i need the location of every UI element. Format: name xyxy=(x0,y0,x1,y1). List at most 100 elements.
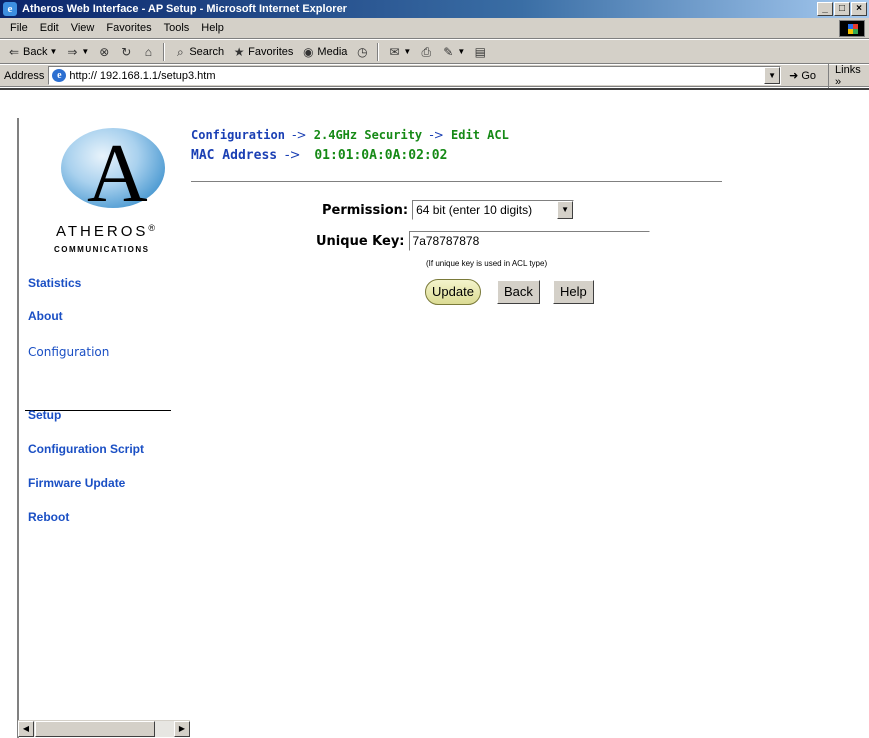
page-content: A ATHEROS® COMMUNICATIONS Statistics Abo… xyxy=(0,88,869,738)
window-title: Atheros Web Interface - AP Setup - Micro… xyxy=(22,3,347,15)
menu-help[interactable]: Help xyxy=(195,18,230,38)
search-button[interactable]: ⌕ Search xyxy=(170,42,227,62)
toolbar-separator xyxy=(377,42,380,61)
breadcrumb-configuration: Configuration xyxy=(191,128,285,142)
scroll-left-icon[interactable]: ◀ xyxy=(18,721,34,737)
breadcrumb-arrow: -> xyxy=(429,128,444,142)
ie-icon: e xyxy=(3,2,17,16)
window-controls: _ □ × xyxy=(816,2,867,16)
unique-key-row: Unique Key: 7a78787878 xyxy=(316,231,650,251)
edit-icon: ✎ xyxy=(443,44,454,59)
page-icon: e xyxy=(52,69,67,82)
logo-letter: A xyxy=(87,127,148,220)
chevron-right-icon: » xyxy=(835,75,842,88)
back-label: Back xyxy=(23,45,48,58)
breadcrumb-edit-acl: Edit ACL xyxy=(451,128,509,142)
mac-label: MAC Address xyxy=(191,148,278,163)
address-label: Address xyxy=(4,69,45,82)
left-nav-frame: A ATHEROS® COMMUNICATIONS Statistics Abo… xyxy=(17,118,190,738)
scroll-right-icon[interactable]: ▶ xyxy=(174,721,190,737)
address-dropdown-icon[interactable]: ▼ xyxy=(764,67,781,84)
nav-statistics[interactable]: Statistics xyxy=(28,276,81,290)
main-panel: Configuration -> 2.4GHz Security -> Edit… xyxy=(191,128,791,163)
menu-favorites[interactable]: Favorites xyxy=(100,18,157,38)
minimize-button[interactable]: _ xyxy=(817,2,833,16)
help-button[interactable]: Help xyxy=(553,280,594,304)
nav-about[interactable]: About xyxy=(28,309,63,323)
unique-key-input[interactable]: 7a78787878 xyxy=(408,231,650,251)
header-divider xyxy=(191,181,722,182)
nav-configuration-script[interactable]: Configuration Script xyxy=(28,442,144,456)
logo-brand: ATHEROS® xyxy=(56,223,155,240)
discuss-button[interactable]: ▤ xyxy=(470,42,490,62)
close-button[interactable]: × xyxy=(851,2,867,16)
media-label: Media xyxy=(317,45,348,58)
update-button[interactable]: Update xyxy=(425,279,481,305)
address-input[interactable]: e http:// 192.168.1.1/setup3.htm ▼ xyxy=(48,66,782,85)
nav-firmware-update[interactable]: Firmware Update xyxy=(28,476,125,490)
menu-view[interactable]: View xyxy=(65,18,101,38)
history-button[interactable]: ◷ xyxy=(352,42,372,62)
scroll-thumb[interactable] xyxy=(35,721,155,737)
unique-key-hint: (If unique key is used in ACL type) xyxy=(426,259,548,268)
nav-setup[interactable]: Setup xyxy=(28,408,61,422)
nav-reboot[interactable]: Reboot xyxy=(28,510,69,524)
stop-button[interactable]: ⊗ xyxy=(94,42,114,62)
history-icon: ◷ xyxy=(357,44,368,59)
home-button[interactable]: ⌂ xyxy=(138,42,158,62)
go-label: Go xyxy=(801,69,817,82)
back-form-button[interactable]: Back xyxy=(497,280,540,304)
permission-label: Permission: xyxy=(322,202,409,218)
mac-arrow: -> xyxy=(284,148,301,163)
permission-select[interactable]: 64 bit (enter 10 digits) ▼ xyxy=(412,200,575,220)
chevron-down-icon: ▼ xyxy=(403,47,412,56)
address-bar: Address e http:// 192.168.1.1/setup3.htm… xyxy=(0,63,869,88)
refresh-icon: ↻ xyxy=(121,44,132,59)
permission-row: Permission: 64 bit (enter 10 digits) ▼ xyxy=(322,200,575,220)
menu-tools[interactable]: Tools xyxy=(158,18,196,38)
maximize-button[interactable]: □ xyxy=(834,2,850,16)
mail-icon: ✉ xyxy=(389,44,400,59)
back-button[interactable]: ⇐ Back ▼ xyxy=(4,42,60,62)
logo-reg-mark: ® xyxy=(148,223,156,233)
back-arrow-icon: ⇐ xyxy=(8,44,20,59)
chevron-down-icon: ▼ xyxy=(457,47,466,56)
discuss-icon: ▤ xyxy=(474,44,486,59)
chevron-down-icon: ▼ xyxy=(49,47,58,56)
menu-edit[interactable]: Edit xyxy=(34,18,65,38)
media-button[interactable]: ◉ Media xyxy=(298,42,350,62)
unique-key-label: Unique Key: xyxy=(316,233,405,249)
mail-button[interactable]: ✉ ▼ xyxy=(384,42,414,62)
chevron-down-icon: ▼ xyxy=(81,47,90,56)
breadcrumb: Configuration -> 2.4GHz Security -> Edit… xyxy=(191,128,791,142)
chevron-down-icon[interactable]: ▼ xyxy=(557,201,574,219)
search-icon: ⌕ xyxy=(176,44,184,59)
links-button[interactable]: Links » xyxy=(828,63,869,88)
breadcrumb-arrow: -> xyxy=(292,128,307,142)
logo-brand-text: ATHEROS xyxy=(56,223,149,240)
menu-file[interactable]: File xyxy=(4,18,34,38)
toolbar-separator xyxy=(163,42,166,61)
go-arrow-icon: ➜ xyxy=(789,70,799,82)
search-label: Search xyxy=(189,45,225,58)
forward-button[interactable]: ⇒ ▼ xyxy=(62,42,92,62)
favorites-button[interactable]: ★ Favorites xyxy=(229,42,296,62)
breadcrumb-security: 2.4GHz Security xyxy=(313,128,423,142)
refresh-button[interactable]: ↻ xyxy=(116,42,136,62)
mac-address-line: MAC Address -> 01:01:0A:0A:02:02 xyxy=(191,148,791,163)
favorites-label: Favorites xyxy=(248,45,294,58)
favorites-icon: ★ xyxy=(233,44,245,59)
print-button[interactable]: ⎙ xyxy=(416,42,436,62)
stop-icon: ⊗ xyxy=(99,44,110,59)
left-frame-scrollbar[interactable]: ◀ ▶ xyxy=(18,720,190,737)
links-label: Links xyxy=(835,63,861,76)
nav-configuration[interactable]: Configuration xyxy=(28,345,109,359)
edit-button[interactable]: ✎ ▼ xyxy=(438,42,468,62)
browser-toolbar: ⇐ Back ▼ ⇒ ▼ ⊗ ↻ ⌂ ⌕ Search ★ Favorites … xyxy=(0,40,869,64)
media-icon: ◉ xyxy=(303,44,314,59)
atheros-logo: A ATHEROS® COMMUNICATIONS xyxy=(54,127,169,254)
windows-logo-icon xyxy=(839,20,865,37)
go-button[interactable]: ➜ Go xyxy=(789,69,817,83)
home-icon: ⌂ xyxy=(144,44,152,59)
mac-value: 01:01:0A:0A:02:02 xyxy=(314,148,448,163)
